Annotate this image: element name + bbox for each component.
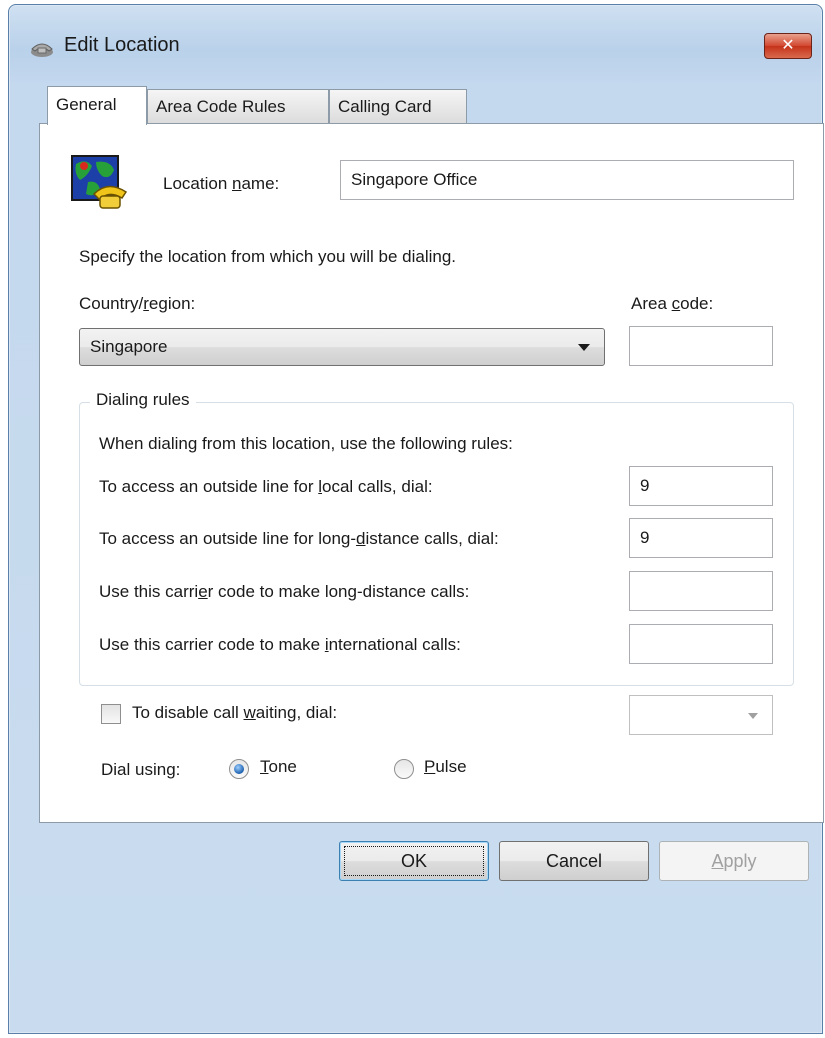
country-region-value: Singapore xyxy=(90,337,168,356)
dialing-rules-legend: Dialing rules xyxy=(90,390,196,410)
dialing-rules-intro: When dialing from this location, use the… xyxy=(99,434,513,453)
long-distance-value: 9 xyxy=(640,528,650,547)
close-button[interactable]: ✕ xyxy=(764,33,812,59)
tone-radio[interactable] xyxy=(229,759,249,779)
title-bar[interactable]: Edit Location ✕ xyxy=(9,5,822,83)
tone-label[interactable]: Tone xyxy=(260,757,297,777)
close-icon: ✕ xyxy=(781,37,795,54)
apply-button[interactable]: Apply xyxy=(659,841,809,881)
chevron-down-icon xyxy=(748,713,758,719)
call-waiting-label[interactable]: To disable call waiting, dial: xyxy=(132,703,337,723)
pulse-radio[interactable] xyxy=(394,759,414,779)
general-tab-panel: Location name: Singapore Office Specify … xyxy=(39,123,824,823)
tab-calling-card-label: Calling Card xyxy=(338,97,432,116)
chevron-down-icon xyxy=(578,344,590,351)
edit-location-dialog: Edit Location ✕ General Area Code Rules … xyxy=(8,4,824,1034)
location-phone-icon xyxy=(71,155,128,209)
carrier-long-distance-label: Use this carrier code to make long-dista… xyxy=(99,582,470,601)
telephone-icon xyxy=(31,43,53,57)
intro-text: Specify the location from which you will… xyxy=(79,247,457,266)
location-name-input[interactable]: Singapore Office xyxy=(340,160,794,200)
location-name-label: Location name: xyxy=(163,174,280,193)
location-name-value: Singapore Office xyxy=(351,170,478,189)
carrier-international-input[interactable] xyxy=(629,624,773,664)
tab-area-code-rules[interactable]: Area Code Rules xyxy=(147,89,329,123)
cancel-button-label: Cancel xyxy=(545,851,603,871)
call-waiting-checkbox[interactable] xyxy=(101,704,121,724)
local-calls-value: 9 xyxy=(640,476,650,495)
long-distance-label: To access an outside line for long-dista… xyxy=(99,529,499,548)
focus-rectangle xyxy=(344,846,484,876)
local-calls-input[interactable]: 9 xyxy=(629,466,773,506)
window-title: Edit Location xyxy=(64,34,180,56)
apply-button-label: Apply xyxy=(711,851,757,871)
country-region-label: Country/region: xyxy=(79,294,196,313)
ok-button[interactable]: OK xyxy=(339,841,489,881)
local-calls-label: To access an outside line for local call… xyxy=(99,477,433,496)
pulse-label[interactable]: Pulse xyxy=(424,757,467,777)
area-code-label: Area code: xyxy=(631,294,714,313)
area-code-input[interactable] xyxy=(629,326,773,366)
carrier-international-label: Use this carrier code to make internatio… xyxy=(99,635,461,654)
carrier-long-distance-input[interactable] xyxy=(629,571,773,611)
cancel-button[interactable]: Cancel xyxy=(499,841,649,881)
tab-general-label: General xyxy=(56,95,117,114)
tab-area-code-rules-label: Area Code Rules xyxy=(156,97,286,116)
long-distance-input[interactable]: 9 xyxy=(629,518,773,558)
country-region-dropdown[interactable]: Singapore xyxy=(79,328,605,366)
tab-general[interactable]: General xyxy=(47,86,147,125)
dial-using-label: Dial using: xyxy=(101,760,181,779)
tab-calling-card[interactable]: Calling Card xyxy=(329,89,467,123)
call-waiting-dropdown[interactable] xyxy=(629,695,773,735)
